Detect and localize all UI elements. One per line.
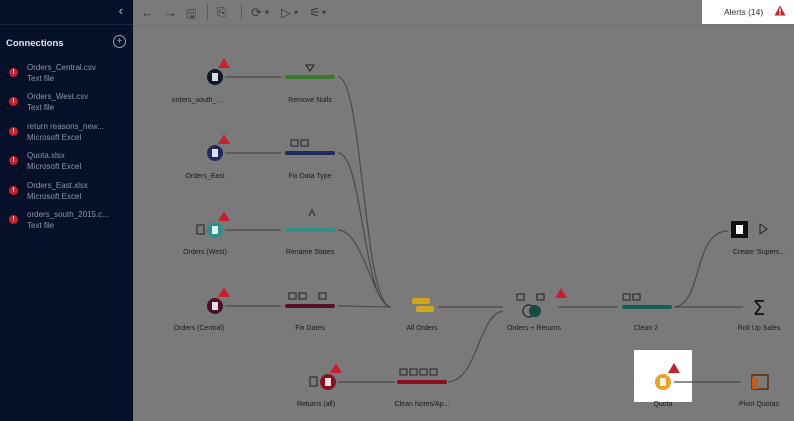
refresh-menu-caret-icon[interactable]: ▾ bbox=[265, 8, 269, 17]
aggregate-sigma-icon: Σ bbox=[753, 296, 766, 320]
alerts-label: Alerts (14) bbox=[724, 7, 764, 17]
input-node-orders-west[interactable] bbox=[196, 222, 223, 238]
input-node-orders-east[interactable] bbox=[207, 145, 223, 161]
node-label: orders_south_... bbox=[171, 97, 223, 104]
connector bbox=[447, 310, 504, 383]
flow-canvas[interactable]: Σ orders_south_... Orders_East Orders (W… bbox=[133, 25, 794, 421]
node-label: Create 'Supers... bbox=[732, 249, 786, 256]
step-bar-clean-2 bbox=[622, 305, 672, 309]
toolbar-divider bbox=[207, 3, 208, 21]
node-label: Rename States bbox=[285, 249, 335, 256]
connection-item[interactable]: ! Orders_Central.csv Text file bbox=[6, 63, 131, 89]
node-label: Clean Notes/Ap... bbox=[394, 401, 450, 408]
node-label: Roll Up Sales bbox=[737, 325, 781, 332]
warning-icon bbox=[774, 5, 786, 16]
add-connection-icon[interactable]: + bbox=[113, 35, 126, 48]
node-label: Remove Nulls bbox=[288, 97, 332, 104]
refresh-icon[interactable]: ⟳ bbox=[251, 5, 262, 21]
toolbar: ← → 🖫 ⎘ ⟳ ▾ ▷ ▾ ⚟ ▾ bbox=[133, 0, 794, 26]
connections-title: Connections bbox=[6, 38, 64, 49]
connection-name: Orders_West.csv bbox=[27, 92, 89, 101]
connection-name: Orders_Central.csv bbox=[27, 63, 96, 72]
error-icon: ! bbox=[9, 186, 18, 195]
connections-sidebar: ‹ Connections + ! Orders_Central.csv Tex… bbox=[0, 0, 133, 421]
flow-diagram: Σ bbox=[196, 58, 769, 390]
error-icon: ! bbox=[9, 127, 18, 136]
save-icon[interactable]: 🖫 bbox=[186, 5, 196, 26]
step-bar-remove-nulls bbox=[285, 75, 335, 79]
pivot-node[interactable] bbox=[751, 374, 769, 390]
connection-name: Quota.xlsx bbox=[27, 151, 65, 160]
connection-item[interactable]: ! Orders_West.csv Text file bbox=[6, 92, 131, 118]
forward-icon[interactable]: → bbox=[164, 5, 177, 20]
connection-type: Microsoft Excel bbox=[27, 133, 82, 142]
connection-name: orders_south_2015.c... bbox=[27, 210, 109, 219]
settings-menu-caret-icon[interactable]: ▾ bbox=[322, 8, 326, 17]
connection-name: return reasons_new... bbox=[27, 122, 104, 131]
input-node-returns[interactable] bbox=[309, 374, 336, 390]
connection-type: Microsoft Excel bbox=[27, 162, 82, 171]
error-icon: ! bbox=[9, 156, 18, 165]
run-menu-caret-icon[interactable]: ▾ bbox=[294, 8, 298, 17]
connection-item[interactable]: ! orders_south_2015.c... Text file bbox=[6, 210, 131, 236]
output-node[interactable] bbox=[731, 221, 768, 238]
connections-header: Connections + bbox=[6, 35, 126, 52]
node-label: Clean 2 bbox=[633, 325, 659, 332]
alerts-button[interactable]: Alerts (14) bbox=[702, 0, 794, 24]
union-node[interactable] bbox=[412, 298, 434, 312]
connector bbox=[337, 152, 392, 308]
connection-name: Orders_East.xlsx bbox=[27, 181, 88, 190]
error-icon: ! bbox=[9, 68, 18, 77]
node-label: Fix Data Type bbox=[288, 173, 332, 180]
node-label: Orders_East bbox=[185, 173, 225, 180]
node-label: Returns (all) bbox=[296, 401, 336, 408]
node-label: Orders + Returns bbox=[507, 325, 561, 332]
connection-item[interactable]: ! Orders_East.xlsx Microsoft Excel bbox=[6, 181, 131, 207]
connection-type: Microsoft Excel bbox=[27, 192, 82, 201]
connector bbox=[337, 305, 392, 308]
back-icon[interactable]: ← bbox=[141, 5, 154, 20]
connector bbox=[337, 76, 392, 308]
sidebar-top: ‹ bbox=[0, 0, 133, 25]
node-label: Fix Dates bbox=[295, 325, 325, 332]
flow-settings-icon[interactable]: ⚟ bbox=[309, 5, 321, 21]
node-label: Pivot Quotas bbox=[738, 401, 780, 408]
input-node-quota[interactable] bbox=[655, 374, 671, 390]
input-node-orders-south[interactable] bbox=[207, 69, 223, 85]
connector bbox=[337, 229, 392, 308]
connection-type: Text file bbox=[27, 74, 55, 83]
run-icon[interactable]: ▷ bbox=[281, 5, 291, 21]
step-bar-fix-data-type bbox=[285, 151, 335, 155]
change-icons bbox=[288, 64, 641, 376]
connection-item[interactable]: ! return reasons_new... Microsoft Excel bbox=[6, 122, 131, 148]
connection-type: Text file bbox=[27, 221, 55, 230]
connector bbox=[673, 230, 729, 308]
join-node[interactable] bbox=[522, 304, 541, 318]
connection-type: Text file bbox=[27, 103, 55, 112]
connection-item[interactable]: ! Quota.xlsx Microsoft Excel bbox=[6, 151, 131, 177]
error-icon: ! bbox=[9, 97, 18, 106]
paste-icon[interactable]: ⎘ bbox=[217, 5, 227, 20]
node-label: Quota bbox=[653, 401, 673, 408]
node-label: Orders (Central) bbox=[173, 325, 225, 332]
error-icon: ! bbox=[9, 215, 18, 224]
toolbar-divider bbox=[241, 3, 242, 21]
input-node-orders-central[interactable] bbox=[207, 298, 223, 314]
node-label: Orders (West) bbox=[183, 249, 227, 256]
collapse-sidebar-icon[interactable]: ‹ bbox=[119, 3, 123, 18]
error-badges bbox=[218, 58, 680, 373]
step-bar-rename-states bbox=[285, 228, 335, 232]
step-bar-clean-notes bbox=[397, 380, 447, 384]
step-bar-fix-dates bbox=[285, 304, 335, 308]
node-label: All Orders bbox=[406, 325, 438, 332]
